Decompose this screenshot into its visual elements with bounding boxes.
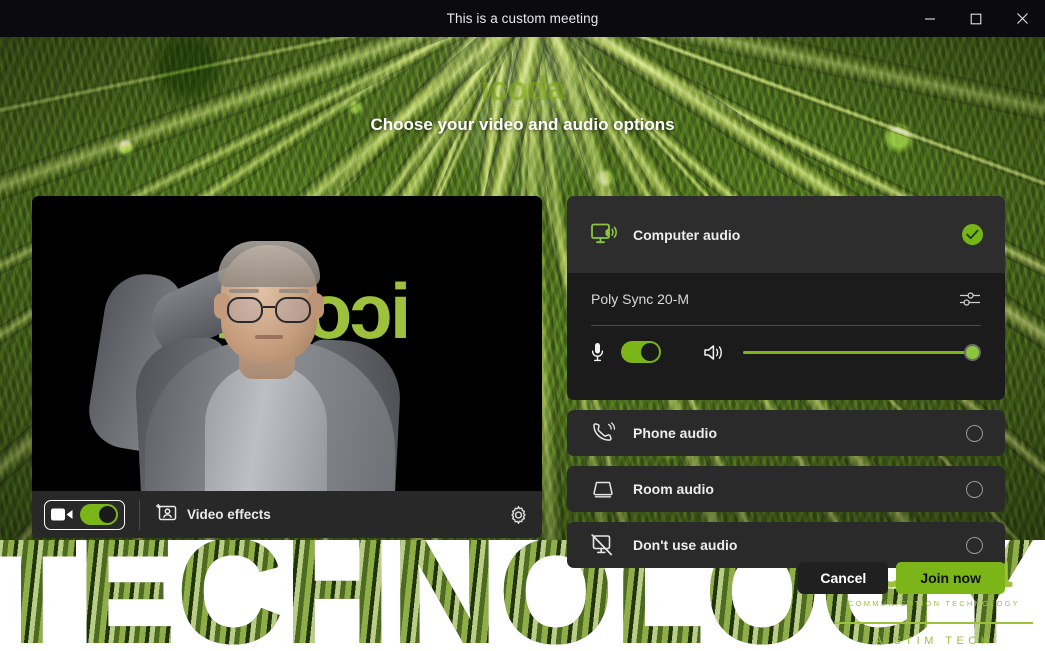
participant-video-figure [83, 229, 437, 491]
join-now-button[interactable]: Join now [896, 562, 1005, 594]
audio-option-label: Don't use audio [633, 537, 738, 553]
video-effects-button[interactable]: Video effects [156, 503, 271, 527]
video-preview-stage: icoda HUMAN MIND [32, 196, 542, 491]
radio-button[interactable] [966, 480, 983, 498]
eyeglasses [225, 297, 313, 323]
audio-options-panel: Computer audio Poly Sync 20-M Phone audi… [567, 196, 1005, 568]
gear-icon[interactable] [509, 505, 528, 524]
audio-option-label: Computer audio [633, 226, 741, 243]
audio-device-row[interactable]: Poly Sync 20-M [591, 273, 981, 325]
audio-device-name: Poly Sync 20-M [591, 291, 690, 307]
audio-controls-row [591, 326, 981, 378]
radio-button[interactable] [966, 536, 983, 554]
audio-option-phone-audio[interactable]: Phone audio [567, 410, 1005, 456]
audio-option-room-audio[interactable]: Room audio [567, 466, 1005, 512]
close-icon[interactable] [999, 0, 1045, 37]
no-audio-icon [591, 533, 633, 557]
microphone-icon [591, 342, 621, 362]
maximize-icon[interactable] [953, 0, 999, 37]
volume-slider[interactable] [743, 343, 981, 361]
window-title: This is a custom meeting [446, 11, 599, 26]
background-brand-watermark: icoda [480, 70, 566, 108]
window-controls [907, 0, 1045, 37]
video-preview-card: icoda HUMAN MIND [32, 196, 542, 538]
person-effects-icon [156, 503, 177, 527]
video-effects-label: Video effects [187, 507, 271, 522]
cancel-button[interactable]: Cancel [798, 562, 889, 594]
monitor-speaker-icon [591, 223, 633, 247]
audio-option-computer-audio[interactable]: Computer audio [567, 196, 1005, 273]
radio-button[interactable] [966, 424, 983, 442]
phone-icon [591, 422, 633, 444]
audio-option-label: Phone audio [633, 425, 717, 441]
background-company-line-1: A STIM TECH [874, 634, 994, 647]
volume-track [743, 351, 981, 354]
room-icon [591, 479, 633, 499]
microphone-switch[interactable] [621, 341, 661, 363]
camera-icon [51, 507, 73, 522]
camera-toggle[interactable] [44, 499, 125, 530]
meeting-prejoin-window: icoda COMMUNICATION TECHNOLOGY TECHNOLOG… [0, 0, 1045, 651]
minimize-icon[interactable] [907, 0, 953, 37]
audio-device-section: Poly Sync 20-M [567, 273, 1005, 400]
background-brand-tagline: COMMUNICATION TECHNOLOGY [444, 107, 601, 113]
video-toolbar: Video effects [32, 491, 542, 538]
page-title: Choose your video and audio options [370, 115, 675, 134]
dialog-actions: Cancel Join now [798, 562, 1005, 594]
title-bar: This is a custom meeting [0, 0, 1045, 37]
camera-switch[interactable] [80, 504, 118, 525]
selected-check-icon [962, 224, 983, 245]
toolbar-divider [139, 499, 140, 530]
audio-option-label: Room audio [633, 481, 714, 497]
volume-thumb[interactable] [964, 344, 981, 361]
background-brand-sub: COMMUNICATION TECHNOLOGY [848, 599, 1020, 608]
audio-settings-icon[interactable] [959, 290, 981, 308]
speaker-icon [703, 343, 733, 362]
brand-divider [835, 621, 1033, 624]
